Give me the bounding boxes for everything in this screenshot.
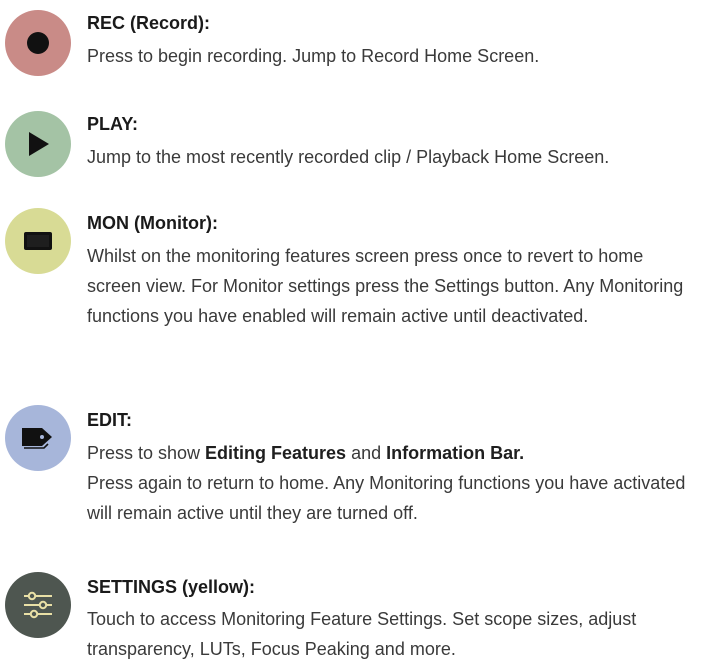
- settings-title: SETTINGS (yellow):: [87, 577, 256, 597]
- edit-title: EDIT:: [87, 410, 132, 430]
- sliders-icon: [24, 591, 52, 619]
- rec-description: Press to begin recording. Jump to Record…: [87, 46, 540, 66]
- settings-description: Touch to access Monitoring Feature Setti…: [87, 609, 637, 659]
- rec-button[interactable]: [5, 10, 71, 76]
- mon-button[interactable]: [5, 208, 71, 274]
- editing-features-label: Editing Features: [205, 443, 347, 463]
- play-button[interactable]: [5, 111, 71, 177]
- edit-line-1: Press to show Editing Features and Infor…: [87, 443, 525, 463]
- tag-icon: [22, 428, 52, 449]
- record-icon: [27, 32, 49, 54]
- mon-title: MON (Monitor):: [87, 213, 218, 233]
- edit-line-2: Press again to return to home. Any Monit…: [87, 473, 686, 523]
- play-title: PLAY:: [87, 114, 139, 134]
- play-description: Jump to the most recently recorded clip …: [87, 147, 610, 167]
- rec-title: REC (Record):: [87, 13, 211, 33]
- settings-button[interactable]: [5, 572, 71, 638]
- play-icon: [29, 132, 49, 156]
- information-bar-label: Information Bar.: [386, 443, 525, 463]
- edit-button[interactable]: [5, 405, 71, 471]
- mon-description: Whilst on the monitoring features screen…: [87, 246, 684, 326]
- monitor-icon: [24, 232, 52, 250]
- edit-description: Press to show Editing Features and Infor…: [87, 438, 697, 528]
